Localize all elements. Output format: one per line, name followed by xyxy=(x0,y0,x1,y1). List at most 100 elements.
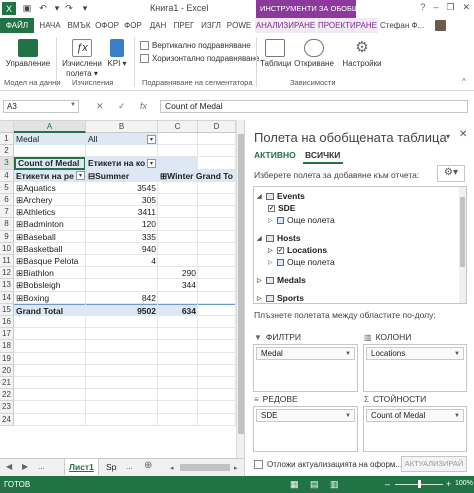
column-header-c[interactable]: C xyxy=(158,121,198,133)
cell-a19[interactable] xyxy=(14,353,86,365)
field-table-events[interactable]: ◢ Events xyxy=(257,191,305,201)
columns-field-locations[interactable]: Locations ▼ xyxy=(366,347,464,360)
cell-d1[interactable] xyxy=(198,133,236,145)
dropdown-arrow-icon[interactable]: ▼ xyxy=(454,348,460,360)
more-sheets-left[interactable]: ... xyxy=(38,462,45,471)
tab-powerpivot[interactable]: POWE xyxy=(225,18,253,33)
sheet-tab-other[interactable]: Sp xyxy=(102,459,120,475)
row-header[interactable]: 19 xyxy=(0,352,14,365)
cell-b8[interactable]: 120 xyxy=(86,218,158,230)
cell-d15[interactable] xyxy=(198,303,236,316)
collapse-icon[interactable]: ◢ xyxy=(257,235,263,242)
cell-a1[interactable]: Medal xyxy=(14,133,86,146)
cell-c18[interactable] xyxy=(158,340,198,352)
columns-drop-area[interactable]: Locations ▼ xyxy=(363,344,467,392)
row-header[interactable]: 12 xyxy=(0,267,14,280)
cell-c12[interactable]: 290 xyxy=(158,267,198,279)
filters-drop-area[interactable]: Medal ▼ xyxy=(253,344,358,392)
row-header[interactable]: 17 xyxy=(0,328,14,341)
values-drop-area[interactable]: Count of Medal ▼ xyxy=(363,406,467,452)
cell-c16[interactable] xyxy=(158,316,198,328)
row-header[interactable]: 10 xyxy=(0,242,14,255)
row-header[interactable]: 22 xyxy=(0,389,14,402)
hscroll-right-icon[interactable]: ▸ xyxy=(234,464,242,472)
tab-data[interactable]: ДАН xyxy=(146,18,170,33)
help-button[interactable]: ? xyxy=(420,2,425,13)
cell-c24[interactable] xyxy=(158,414,198,426)
cell-d13[interactable] xyxy=(198,279,236,291)
cell-a13[interactable]: ⊞Bobsleigh xyxy=(14,279,86,291)
expand-icon[interactable]: ▷ xyxy=(268,247,274,254)
cell-d21[interactable] xyxy=(198,377,236,389)
cell-a18[interactable] xyxy=(14,340,86,352)
cell-b19[interactable] xyxy=(86,353,158,365)
detect-button[interactable]: Откриване xyxy=(292,39,336,69)
field-table-hosts[interactable]: ◢ Hosts xyxy=(257,233,301,243)
cell-b14[interactable]: 842 xyxy=(86,292,158,304)
row-header[interactable]: 8 xyxy=(0,218,14,231)
expand-icon[interactable]: ▷ xyxy=(257,295,263,302)
cell-a15[interactable]: Grand Total xyxy=(14,303,86,316)
row-header[interactable]: 14 xyxy=(0,291,14,304)
cell-b15[interactable]: 9502 xyxy=(86,303,158,316)
cell-c19[interactable] xyxy=(158,353,198,365)
cell-a6[interactable]: ⊞Archery xyxy=(14,194,86,206)
pane-options-icon[interactable]: ▾ xyxy=(446,132,450,141)
row-header[interactable]: 18 xyxy=(0,340,14,353)
cell-a2[interactable] xyxy=(14,145,86,157)
cell-c22[interactable] xyxy=(158,389,198,401)
cell-b2[interactable] xyxy=(86,145,158,157)
cell-c7[interactable] xyxy=(158,206,198,218)
cell-a23[interactable] xyxy=(14,401,86,413)
cell-c9[interactable] xyxy=(158,231,198,243)
expand-icon[interactable]: ▷ xyxy=(268,259,274,266)
row-header[interactable]: 2 xyxy=(0,145,14,158)
row-labels-dropdown[interactable]: ▾ xyxy=(76,171,85,181)
field-table-medals[interactable]: ▷ Medals xyxy=(257,275,306,285)
calculated-fields-button[interactable]: ƒx Изчислени полета ▾ xyxy=(60,39,104,79)
column-header-b[interactable]: B xyxy=(86,121,158,133)
column-header-a[interactable]: A xyxy=(14,121,86,133)
cell-c15[interactable]: 634 xyxy=(158,303,198,316)
add-sheet-icon[interactable]: ⊕ xyxy=(144,460,152,471)
zoom-slider-knob[interactable] xyxy=(418,480,421,488)
more-sheets-right[interactable]: ... xyxy=(126,462,133,471)
cell-b13[interactable] xyxy=(86,279,158,291)
cell-c3[interactable] xyxy=(158,157,198,170)
next-sheet-icon[interactable]: ▶ xyxy=(22,462,28,471)
row-header[interactable]: 3 xyxy=(0,157,14,170)
cell-d7[interactable] xyxy=(198,206,236,218)
tab-view[interactable]: ИЗГЛ xyxy=(198,18,224,33)
checkbox-box[interactable] xyxy=(254,460,263,469)
cell-c17[interactable] xyxy=(158,328,198,340)
row-header[interactable]: 21 xyxy=(0,377,14,390)
tables-button[interactable]: Таблици xyxy=(260,39,291,69)
field-table-sports[interactable]: ▷ Sports xyxy=(257,293,304,303)
cell-c5[interactable] xyxy=(158,182,198,194)
row-header[interactable]: 4 xyxy=(0,169,14,182)
cancel-icon[interactable]: ✕ xyxy=(96,101,104,112)
kpi-button[interactable]: KPI ▾ xyxy=(104,39,130,69)
cell-b7[interactable]: 3411 xyxy=(86,206,158,218)
defer-update-checkbox[interactable]: Отложи актуализацията на оформ... xyxy=(254,460,402,469)
cell-d12[interactable] xyxy=(198,267,236,279)
collapse-icon[interactable]: ◢ xyxy=(257,193,263,200)
user-name[interactable]: Стефан Ф... xyxy=(380,18,424,33)
rows-field-sde[interactable]: SDE ▼ xyxy=(256,409,355,422)
insert-function-icon[interactable]: fx xyxy=(140,101,147,111)
expand-icon[interactable]: ▷ xyxy=(268,217,274,224)
field-list[interactable]: ◢ Events ✓ SDE ▷ Още полета ◢ Hosts ▷ ✓ … xyxy=(253,186,467,304)
checkbox-box[interactable] xyxy=(140,54,149,63)
cell-d10[interactable] xyxy=(198,243,236,255)
restore-button[interactable]: ❐ xyxy=(446,2,454,13)
redo-icon[interactable]: ↷ xyxy=(62,2,76,15)
tab-page-layout[interactable]: ОФОР xyxy=(94,18,120,33)
cell-d9[interactable] xyxy=(198,231,236,243)
field-locations[interactable]: ▷ ✓ Locations xyxy=(268,245,327,255)
cell-d2[interactable] xyxy=(198,145,236,157)
tab-insert[interactable]: ВМЪК xyxy=(65,18,93,33)
row-header[interactable]: 16 xyxy=(0,316,14,329)
name-box[interactable]: A3 xyxy=(3,100,79,113)
cell-a10[interactable]: ⊞Basketball xyxy=(14,243,86,255)
column-header-d[interactable]: D xyxy=(198,121,236,133)
